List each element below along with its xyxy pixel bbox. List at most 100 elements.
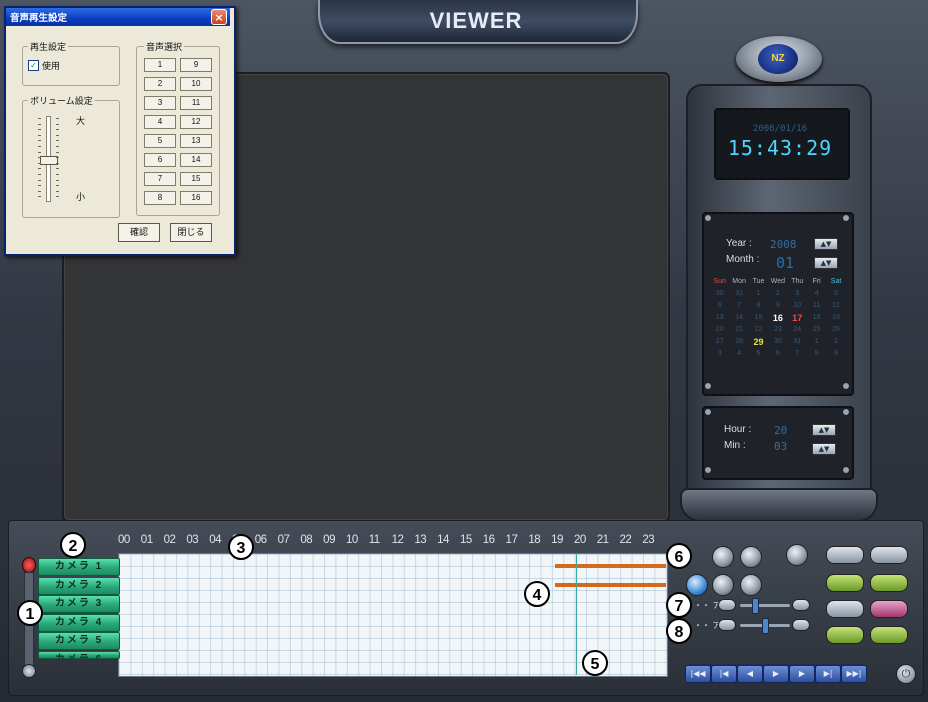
playback-button-1[interactable]: |◀◀ <box>685 665 711 683</box>
slider1-thumb[interactable] <box>752 598 759 614</box>
channel-button-12[interactable]: 12 <box>180 115 212 129</box>
min-spinner[interactable]: ▲▼ <box>812 443 836 455</box>
layout-single-button[interactable] <box>826 546 864 564</box>
channel-button-10[interactable]: 10 <box>180 77 212 91</box>
calendar-day[interactable]: 2 <box>826 336 845 348</box>
channel-button-14[interactable]: 14 <box>180 153 212 167</box>
calendar-day[interactable]: 5 <box>826 288 845 300</box>
year-spinner[interactable]: ▲▼ <box>814 238 838 250</box>
calendar-day[interactable]: 10 <box>788 300 807 312</box>
calendar-day[interactable]: 24 <box>788 324 807 336</box>
channel-button-5[interactable]: 5 <box>144 134 176 148</box>
calendar-day[interactable]: 31 <box>729 288 748 300</box>
calendar-day[interactable]: 22 <box>749 324 768 336</box>
scroll-up-icon[interactable] <box>22 557 36 573</box>
camera-button-1[interactable]: カメラ 1 <box>38 558 120 576</box>
save-button[interactable] <box>686 574 708 596</box>
recording-bar[interactable] <box>554 582 666 587</box>
hour-spinner[interactable]: ▲▼ <box>812 424 836 436</box>
slider2-thumb[interactable] <box>762 618 769 634</box>
search-icon[interactable] <box>786 544 808 566</box>
calendar-day[interactable]: 8 <box>807 348 826 360</box>
playback-button-6[interactable]: ▶| <box>815 665 841 683</box>
calendar-day[interactable]: 4 <box>729 348 748 360</box>
slider2-plus-button[interactable] <box>792 619 810 631</box>
power-icon[interactable]: ⏻ <box>896 664 916 684</box>
month-spinner[interactable]: ▲▼ <box>814 257 838 269</box>
calendar-day[interactable]: 12 <box>826 300 845 312</box>
calendar-day[interactable]: 4 <box>807 288 826 300</box>
calendar-day[interactable]: 16 <box>768 312 787 324</box>
calendar-day[interactable]: 6 <box>710 300 729 312</box>
slider2-minus-button[interactable] <box>718 619 736 631</box>
slider1-minus-button[interactable] <box>718 599 736 611</box>
calendar-day[interactable]: 26 <box>826 324 845 336</box>
calendar-day[interactable]: 3 <box>788 288 807 300</box>
option-button-6[interactable] <box>870 626 908 644</box>
channel-button-9[interactable]: 9 <box>180 58 212 72</box>
channel-button-1[interactable]: 1 <box>144 58 176 72</box>
calendar-day[interactable]: 8 <box>749 300 768 312</box>
record-button[interactable] <box>740 546 762 568</box>
playback-button-5[interactable]: ▶ <box>789 665 815 683</box>
calendar-day[interactable]: 17 <box>788 312 807 324</box>
option-button-1[interactable] <box>826 574 864 592</box>
calendar-day[interactable]: 23 <box>768 324 787 336</box>
slider1-track[interactable] <box>740 604 790 607</box>
calendar-day[interactable]: 30 <box>710 288 729 300</box>
option-button-2[interactable] <box>870 574 908 592</box>
channel-button-16[interactable]: 16 <box>180 191 212 205</box>
calendar-day[interactable]: 31 <box>788 336 807 348</box>
calendar-day[interactable]: 13 <box>710 312 729 324</box>
calendar-day[interactable]: 1 <box>749 288 768 300</box>
calendar-day[interactable]: 7 <box>729 300 748 312</box>
calendar-day[interactable]: 5 <box>749 348 768 360</box>
playback-button-3[interactable]: ◀ <box>737 665 763 683</box>
calendar-day[interactable]: 2 <box>768 288 787 300</box>
channel-button-6[interactable]: 6 <box>144 153 176 167</box>
calendar-day[interactable]: 30 <box>768 336 787 348</box>
calendar-day[interactable]: 9 <box>826 348 845 360</box>
layout-quad-button[interactable] <box>870 546 908 564</box>
calendar-day[interactable]: 20 <box>710 324 729 336</box>
time-cursor[interactable] <box>575 553 577 675</box>
calendar-day[interactable]: 7 <box>788 348 807 360</box>
calendar-day[interactable]: 28 <box>729 336 748 348</box>
channel-button-11[interactable]: 11 <box>180 96 212 110</box>
option-button-4[interactable] <box>870 600 908 618</box>
channel-button-4[interactable]: 4 <box>144 115 176 129</box>
calendar-day[interactable]: 6 <box>768 348 787 360</box>
channel-button-2[interactable]: 2 <box>144 77 176 91</box>
calendar-day[interactable]: 3 <box>710 348 729 360</box>
use-checkbox[interactable]: ✓ <box>28 60 39 71</box>
calendar-day[interactable]: 29 <box>749 336 768 348</box>
playback-button-2[interactable]: |◀ <box>711 665 737 683</box>
channel-button-13[interactable]: 13 <box>180 134 212 148</box>
calendar-day[interactable]: 27 <box>710 336 729 348</box>
scroll-down-icon[interactable] <box>22 664 36 678</box>
camera-button-4[interactable]: カメラ 4 <box>38 613 120 632</box>
camera-button-5[interactable]: カメラ 5 <box>38 632 120 650</box>
ok-button[interactable]: 確認 <box>118 223 160 242</box>
calendar-day[interactable]: 11 <box>807 300 826 312</box>
calendar-day[interactable]: 1 <box>807 336 826 348</box>
calendar-day[interactable]: 15 <box>749 312 768 324</box>
zoom-button[interactable] <box>712 546 734 568</box>
calendar-day[interactable]: 9 <box>768 300 787 312</box>
camera-button-3[interactable]: カメラ 3 <box>38 595 120 613</box>
camera-button-6[interactable]: カメラ 6 <box>38 650 120 659</box>
audio-icon[interactable] <box>740 574 762 596</box>
close-button[interactable]: 閉じる <box>170 223 212 242</box>
channel-button-15[interactable]: 15 <box>180 172 212 186</box>
calendar-day[interactable]: 19 <box>826 312 845 324</box>
channel-button-8[interactable]: 8 <box>144 191 176 205</box>
calendar-day[interactable]: 18 <box>807 312 826 324</box>
slider1-plus-button[interactable] <box>792 599 810 611</box>
option-button-5[interactable] <box>826 626 864 644</box>
print-icon[interactable] <box>712 574 734 596</box>
calendar-day[interactable]: 21 <box>729 324 748 336</box>
playback-button-4[interactable]: ▶ <box>763 665 789 683</box>
playback-button-7[interactable]: ▶▶| <box>841 665 867 683</box>
channel-button-3[interactable]: 3 <box>144 96 176 110</box>
option-button-3[interactable] <box>826 600 864 618</box>
